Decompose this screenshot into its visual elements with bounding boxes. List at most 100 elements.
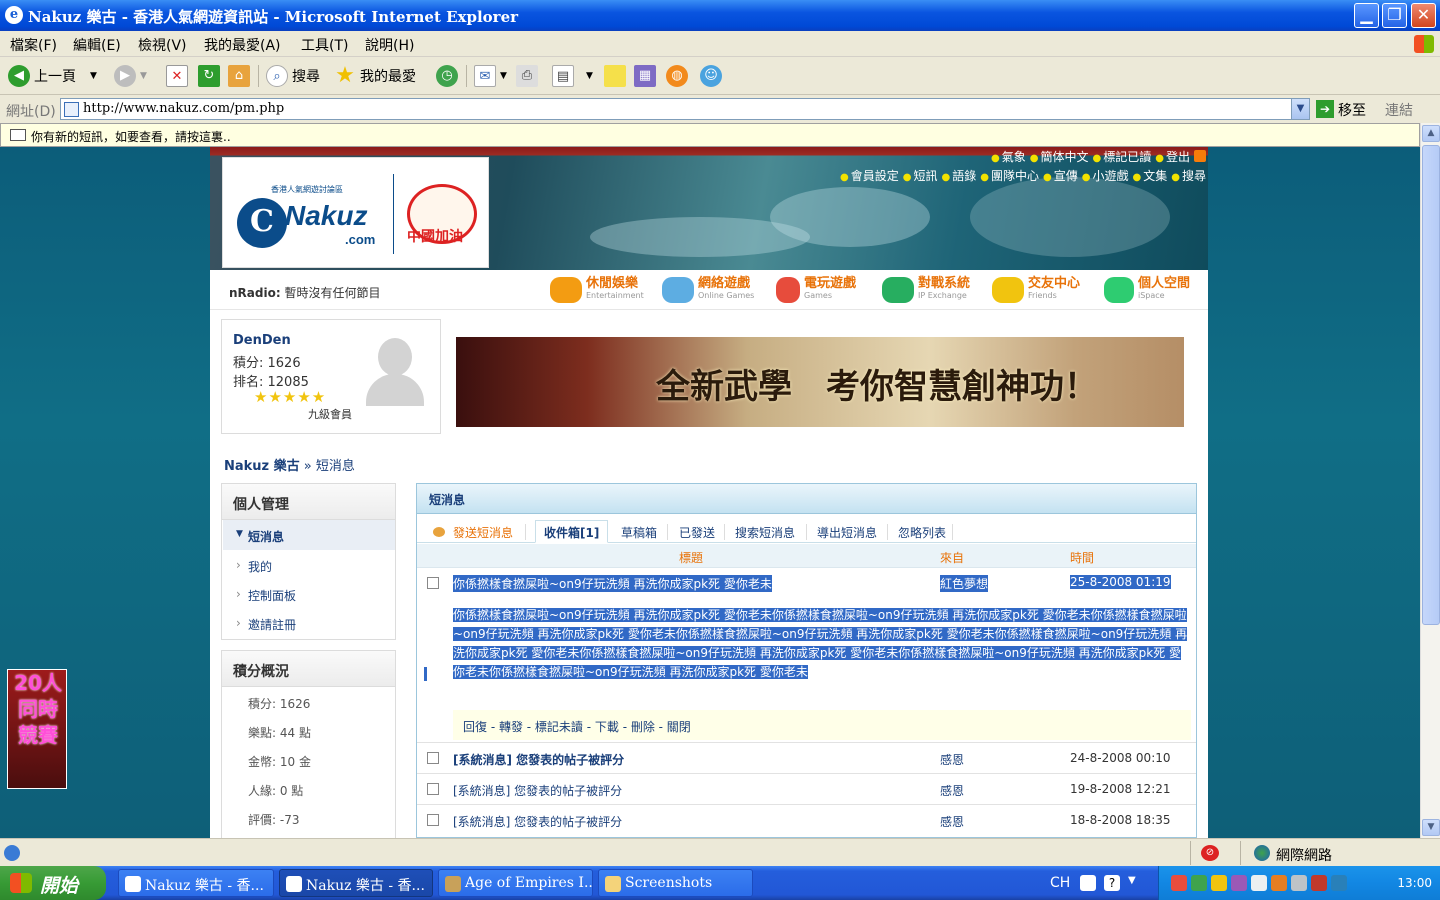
message-from[interactable]: 感恩 <box>940 782 964 799</box>
toplink-mark-read[interactable]: 標記已讀 <box>1093 148 1151 165</box>
toplink-minigames[interactable]: 小遊戲 <box>1082 167 1128 184</box>
keyboard-icon[interactable] <box>1080 875 1096 891</box>
toplink-quotes[interactable]: 語錄 <box>942 167 976 184</box>
site-logo[interactable]: 香港人氣網遊討論區 C Nakuz .com 中國加油 <box>222 157 489 268</box>
tab-search-pm[interactable]: 搜索短消息 <box>735 520 795 543</box>
language-indicator[interactable]: CH <box>1050 875 1070 891</box>
forward-button[interactable]: ▶ ▼ <box>114 63 147 89</box>
minimize-button[interactable]: ▁ <box>1354 3 1379 28</box>
tray-icon[interactable] <box>1191 875 1207 891</box>
edit-dropdown-icon[interactable]: ▼ <box>586 71 593 81</box>
maximize-button[interactable]: ❐ <box>1382 3 1407 28</box>
tray-icon[interactable] <box>1231 875 1247 891</box>
vertical-scrollbar[interactable]: ▲ ▼ <box>1420 123 1440 838</box>
toplink-settings[interactable]: 會員設定 <box>840 167 899 184</box>
message-subject[interactable]: [系統消息] 您發表的帖子被評分 <box>453 782 622 799</box>
discuss-button[interactable] <box>604 63 630 89</box>
ad-banner[interactable]: 全新武學 考你智慧創神功！ <box>456 337 1184 427</box>
message-from[interactable]: 紅色夢想 <box>940 575 989 592</box>
nav-games[interactable]: 電玩遊戲 Games <box>776 274 856 306</box>
research-button[interactable]: ▦ <box>634 63 660 89</box>
toplink-articles[interactable]: 文集 <box>1133 167 1167 184</box>
tray-icon[interactable] <box>1311 875 1327 891</box>
row-checkbox[interactable] <box>427 814 439 826</box>
address-url[interactable]: http://www.nakuz.com/pm.php <box>83 101 284 116</box>
row-checkbox[interactable] <box>427 752 439 764</box>
nav-friends[interactable]: 交友中心 Friends <box>992 274 1080 306</box>
rss-icon[interactable] <box>1194 150 1206 162</box>
tab-send-pm[interactable]: 發送短消息 <box>433 520 513 543</box>
nav-battle[interactable]: 對戰系統 IP Exchange <box>882 274 970 306</box>
toplink-weather[interactable]: 氣象 <box>991 148 1026 165</box>
menu-view[interactable]: 檢視(V) <box>138 35 187 55</box>
scroll-down-icon[interactable]: ▼ <box>1422 819 1440 836</box>
message-from[interactable]: 感恩 <box>940 751 964 768</box>
message-body[interactable]: 你係撚樣食撚屎啦~on9仔玩洗頻 再洗你成家pk死 愛你老未你係撚樣食撚屎啦~o… <box>453 606 1191 682</box>
menu-edit[interactable]: 編輯(E) <box>73 35 121 55</box>
tray-icon[interactable] <box>1171 875 1187 891</box>
media-button[interactable]: ◍ <box>666 63 692 89</box>
sidebar-item-invite[interactable]: 邀請註冊 <box>236 616 296 633</box>
breadcrumb-home[interactable]: Nakuz 樂古 <box>224 459 300 474</box>
ie-icon[interactable]: e <box>5 6 23 24</box>
nav-ispace[interactable]: 個人空間 iSpace <box>1104 274 1190 306</box>
mail-button[interactable]: ✉ ▼ <box>474 63 507 89</box>
scroll-up-icon[interactable]: ▲ <box>1422 125 1440 142</box>
history-button[interactable]: ◷ <box>436 63 462 89</box>
taskbar-item-screenshots[interactable]: Screenshots <box>598 869 753 897</box>
favorites-button[interactable]: ★ 我的最愛 <box>334 63 416 89</box>
refresh-button[interactable]: ↻ <box>198 63 224 89</box>
row-checkbox[interactable] <box>427 783 439 795</box>
go-button[interactable]: 移至 <box>1338 100 1366 120</box>
menu-favorites[interactable]: 我的最愛(A) <box>204 35 281 55</box>
messenger-button[interactable]: ☺ <box>700 63 726 89</box>
floating-ad[interactable]: 20人同時競賽 <box>7 669 67 789</box>
nav-entertainment[interactable]: 休閒娛樂 Entertainment <box>550 274 644 306</box>
help-icon[interactable]: ? <box>1104 875 1120 891</box>
toplink-simplified[interactable]: 簡体中文 <box>1030 148 1088 165</box>
toplink-promote[interactable]: 宣傳 <box>1043 167 1078 184</box>
scroll-thumb[interactable] <box>1422 145 1440 625</box>
toplink-pm[interactable]: 短訊 <box>903 167 937 184</box>
sidebar-item-control-panel[interactable]: 控制面板 <box>236 587 296 604</box>
back-dropdown-icon[interactable]: ▼ <box>90 71 97 81</box>
info-bar-text[interactable]: 你有新的短訊，如要查看，請按這裏.. <box>31 128 231 145</box>
forward-dropdown-icon[interactable]: ▼ <box>140 71 147 81</box>
username[interactable]: DenDen <box>233 333 291 348</box>
message-from[interactable]: 感恩 <box>940 813 964 830</box>
sidebar-item-my[interactable]: 我的 <box>236 558 272 575</box>
speaker-icon[interactable] <box>1291 875 1307 891</box>
sidebar-item-pm[interactable]: ▼ 短消息 <box>236 528 284 545</box>
links-button[interactable]: 連結 <box>1385 100 1413 120</box>
mail-dropdown-icon[interactable]: ▼ <box>500 71 507 81</box>
go-arrow-icon[interactable]: ➔ <box>1316 100 1334 118</box>
info-bar[interactable]: 你有新的短訊，如要查看，請按這裏.. <box>0 123 1420 147</box>
stop-button[interactable]: ✕ <box>166 63 192 89</box>
message-subject[interactable]: 你係撚樣食撚屎啦~on9仔玩洗頻 再洗你成家pk死 愛你老未 <box>453 575 772 592</box>
tab-ignore-list[interactable]: 忽略列表 <box>898 520 946 543</box>
clock[interactable]: 13:00 <box>1397 876 1432 890</box>
tray-icon[interactable] <box>1331 875 1347 891</box>
message-subject[interactable]: [系統消息] 您發表的帖子被評分 <box>453 751 624 768</box>
search-button[interactable]: ⌕ 搜尋 <box>266 63 320 89</box>
back-button[interactable]: ◀ 上一頁 ▼ <box>8 63 97 89</box>
taskbar-item-ie1[interactable]: Nakuz 樂古 - 香... <box>118 869 274 897</box>
address-input[interactable]: http://www.nakuz.com/pm.php ▼ <box>60 98 1310 120</box>
print-button[interactable]: ⎙ <box>516 63 542 89</box>
tab-export-pm[interactable]: 導出短消息 <box>817 520 877 543</box>
tab-sent[interactable]: 已發送 <box>679 520 715 543</box>
message-subject[interactable]: [系統消息] 您發表的帖子被評分 <box>453 813 622 830</box>
toplink-logout[interactable]: 登出 <box>1155 148 1190 165</box>
tray-icon[interactable] <box>1251 875 1267 891</box>
nav-online-games[interactable]: 網絡遊戲 Online Games <box>662 274 754 306</box>
menu-file[interactable]: 檔案(F) <box>10 35 57 55</box>
tray-icon[interactable] <box>1211 875 1227 891</box>
start-button[interactable]: 開始 <box>0 866 106 900</box>
tray-expand-icon[interactable]: ▼ <box>1128 875 1144 891</box>
tray-icon[interactable] <box>1271 875 1287 891</box>
avatar[interactable] <box>362 334 428 406</box>
menu-tools[interactable]: 工具(T) <box>301 35 348 55</box>
address-dropdown-icon[interactable]: ▼ <box>1291 99 1309 119</box>
menu-help[interactable]: 說明(H) <box>365 35 414 55</box>
tab-drafts[interactable]: 草稿箱 <box>621 520 657 543</box>
